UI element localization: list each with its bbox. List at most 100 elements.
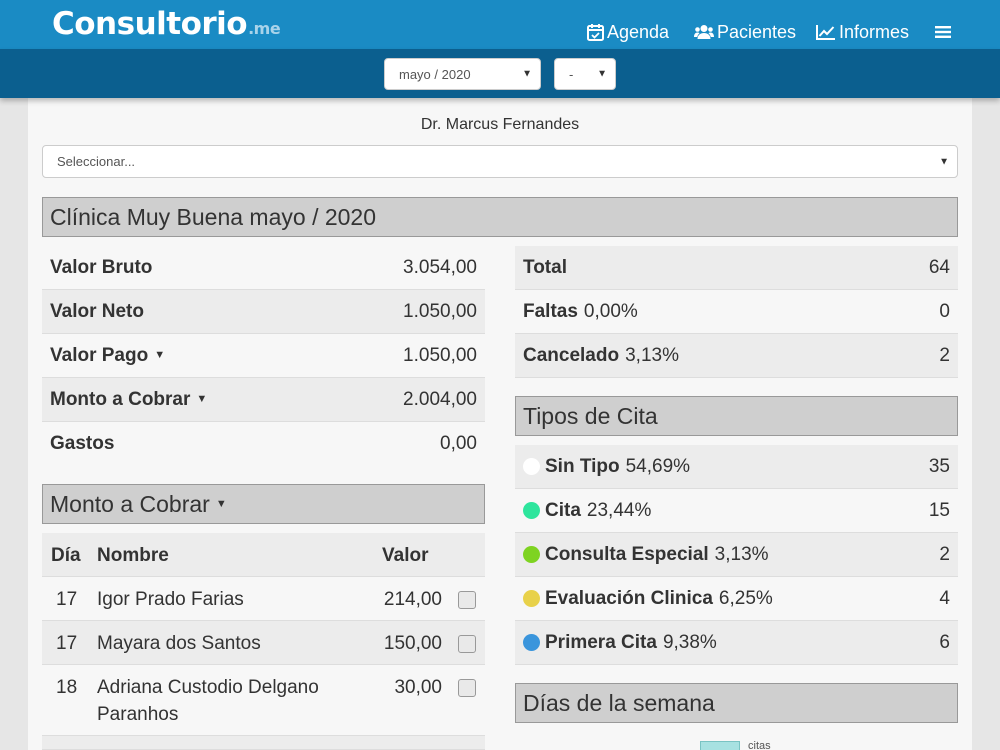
appointment-type-count: 2 — [939, 543, 950, 565]
appointment-type-row: Evaluación Clinica 6,25% 4 — [515, 577, 958, 621]
table-row: 17 Mayara dos Santos 150,00 — [42, 621, 485, 665]
column-header-name: Nombre — [97, 545, 169, 566]
appointment-type-label: Sin Tipo 54,69% — [545, 455, 691, 477]
row-checkbox[interactable] — [458, 591, 476, 609]
logo-suffix: .me — [248, 19, 281, 38]
finance-label: Valor Bruto — [50, 256, 153, 278]
finance-value: 2.004,00 — [403, 388, 477, 410]
row-day: 17 — [56, 589, 78, 610]
appointment-types-header: Tipos de Cita — [515, 396, 958, 436]
row-name: Adriana Custodio Delgano — [97, 677, 319, 698]
appointment-type-row: Consulta Especial 3,13% 2 — [515, 533, 958, 577]
color-dot-icon — [523, 634, 540, 651]
appointment-type-row: Cita 23,44% 15 — [515, 489, 958, 533]
caret-down-icon: ▼ — [154, 349, 166, 362]
finance-row-gastos: Gastos 0,00 — [42, 422, 485, 466]
chart-legend-swatch — [700, 741, 740, 750]
nav-pacientes[interactable]: Pacientes — [694, 10, 796, 54]
app-logo[interactable]: Consultorio.me — [52, 6, 281, 42]
receivables-table-header: Día Nombre Valor — [42, 533, 485, 577]
bars-icon — [935, 25, 951, 39]
appointment-type-row: Sin Tipo 54,69% 35 — [515, 445, 958, 489]
finance-label: Monto a Cobrar ▼ — [50, 388, 208, 410]
row-checkbox[interactable] — [458, 635, 476, 653]
appointment-type-label: Consulta Especial 3,13% — [545, 543, 769, 565]
row-day: 18 — [56, 677, 78, 698]
clinic-title: Clínica Muy Buena mayo / 2020 — [42, 197, 958, 237]
caret-down-icon: ▼ — [597, 68, 607, 80]
nav-informes[interactable]: Informes — [816, 10, 909, 54]
nav-pacientes-label: Pacientes — [717, 21, 797, 42]
appointment-type-count: 15 — [928, 499, 950, 521]
row-checkbox[interactable] — [458, 679, 476, 697]
column-header-day: Día — [51, 545, 81, 566]
totals-label: Faltas 0,00% — [523, 300, 638, 322]
professional-select-value: Seleccionar... — [57, 154, 136, 169]
doctor-name: Dr. Marcus Fernandes — [420, 116, 580, 133]
caret-down-icon: ▼ — [522, 68, 532, 80]
column-header-value: Valor — [382, 545, 429, 566]
finance-row-monto-a-cobrar[interactable]: Monto a Cobrar ▼ 2.004,00 — [42, 378, 485, 422]
appointment-type-count: 35 — [928, 455, 950, 477]
totals-value: 64 — [928, 256, 950, 278]
right-margin — [972, 98, 1000, 750]
users-icon — [694, 24, 714, 40]
finance-row-valor-pago[interactable]: Valor Pago ▼ 1.050,00 — [42, 334, 485, 378]
table-row: 18 Adriana Custodio Delgano Paranhos 30,… — [42, 665, 485, 736]
totals-row-cancelado: Cancelado 3,13% 2 — [515, 334, 958, 378]
color-dot-icon — [523, 590, 540, 607]
row-name: Igor Prado Farias — [97, 589, 244, 610]
row-value: 30,00 — [394, 677, 442, 698]
appointment-type-count: 6 — [939, 631, 950, 653]
finance-label: Valor Pago ▼ — [50, 344, 166, 366]
finance-row-valor-neto: Valor Neto 1.050,00 — [42, 290, 485, 334]
totals-row-total: Total 64 — [515, 246, 958, 290]
caret-down-icon: ▼ — [196, 393, 208, 406]
finance-value: 1.050,00 — [403, 300, 477, 322]
caret-down-icon: ▼ — [215, 498, 227, 510]
finance-label: Valor Neto — [50, 300, 144, 322]
appointment-type-label: Cita 23,44% — [545, 499, 652, 521]
appointment-type-label: Primera Cita 9,38% — [545, 631, 717, 653]
color-dot-icon — [523, 502, 540, 519]
totals-row-faltas: Faltas 0,00% 0 — [515, 290, 958, 334]
appointment-type-label: Evaluación Clinica 6,25% — [545, 587, 773, 609]
row-name: Mayara dos Santos — [97, 633, 261, 654]
calendar-check-icon — [587, 23, 604, 41]
nav-agenda-label: Agenda — [607, 21, 670, 42]
table-row: 17 Igor Prado Farias 214,00 — [42, 577, 485, 621]
totals-label: Cancelado 3,13% — [523, 344, 679, 366]
nav-informes-label: Informes — [839, 21, 910, 42]
monto-a-cobrar-title: Monto a Cobrar — [50, 490, 210, 517]
appointment-type-count: 4 — [939, 587, 950, 609]
color-dot-icon — [523, 458, 540, 475]
finance-row-valor-bruto: Valor Bruto 3.054,00 — [42, 246, 485, 290]
finance-value: 3.054,00 — [403, 256, 477, 278]
month-select-value: mayo / 2020 — [399, 66, 471, 82]
row-value: 214,00 — [383, 589, 442, 610]
finance-value: 0,00 — [440, 433, 477, 454]
row-value: 150,00 — [383, 633, 442, 654]
hamburger-menu-button[interactable] — [935, 10, 954, 54]
caret-down-icon: ▼ — [939, 156, 949, 167]
monto-a-cobrar-header[interactable]: Monto a Cobrar ▼ — [42, 484, 485, 524]
nav-agenda[interactable]: Agenda — [587, 10, 669, 54]
finance-label: Gastos — [50, 433, 115, 454]
row-name-continued: Paranhos — [97, 704, 179, 725]
top-navbar: Consultorio.me Agenda Pacientes Informes — [0, 0, 1000, 49]
appointment-type-row: Primera Cita 9,38% 6 — [515, 621, 958, 665]
chart-legend-label: citas — [748, 740, 771, 750]
weekdays-header: Días de la semana — [515, 683, 958, 723]
finance-value: 1.050,00 — [403, 344, 477, 366]
secondary-select[interactable]: - ▼ — [554, 58, 616, 90]
totals-label: Total — [523, 256, 567, 278]
logo-main: Consultorio — [52, 6, 248, 42]
professional-select[interactable]: Seleccionar... ▼ — [42, 145, 958, 178]
color-dot-icon — [523, 546, 540, 563]
row-day: 17 — [56, 633, 78, 654]
totals-value: 0 — [939, 300, 950, 322]
secondary-select-value: - — [569, 66, 574, 82]
line-chart-icon — [816, 24, 836, 40]
left-margin — [0, 98, 28, 750]
month-select[interactable]: mayo / 2020 ▼ — [384, 58, 541, 90]
